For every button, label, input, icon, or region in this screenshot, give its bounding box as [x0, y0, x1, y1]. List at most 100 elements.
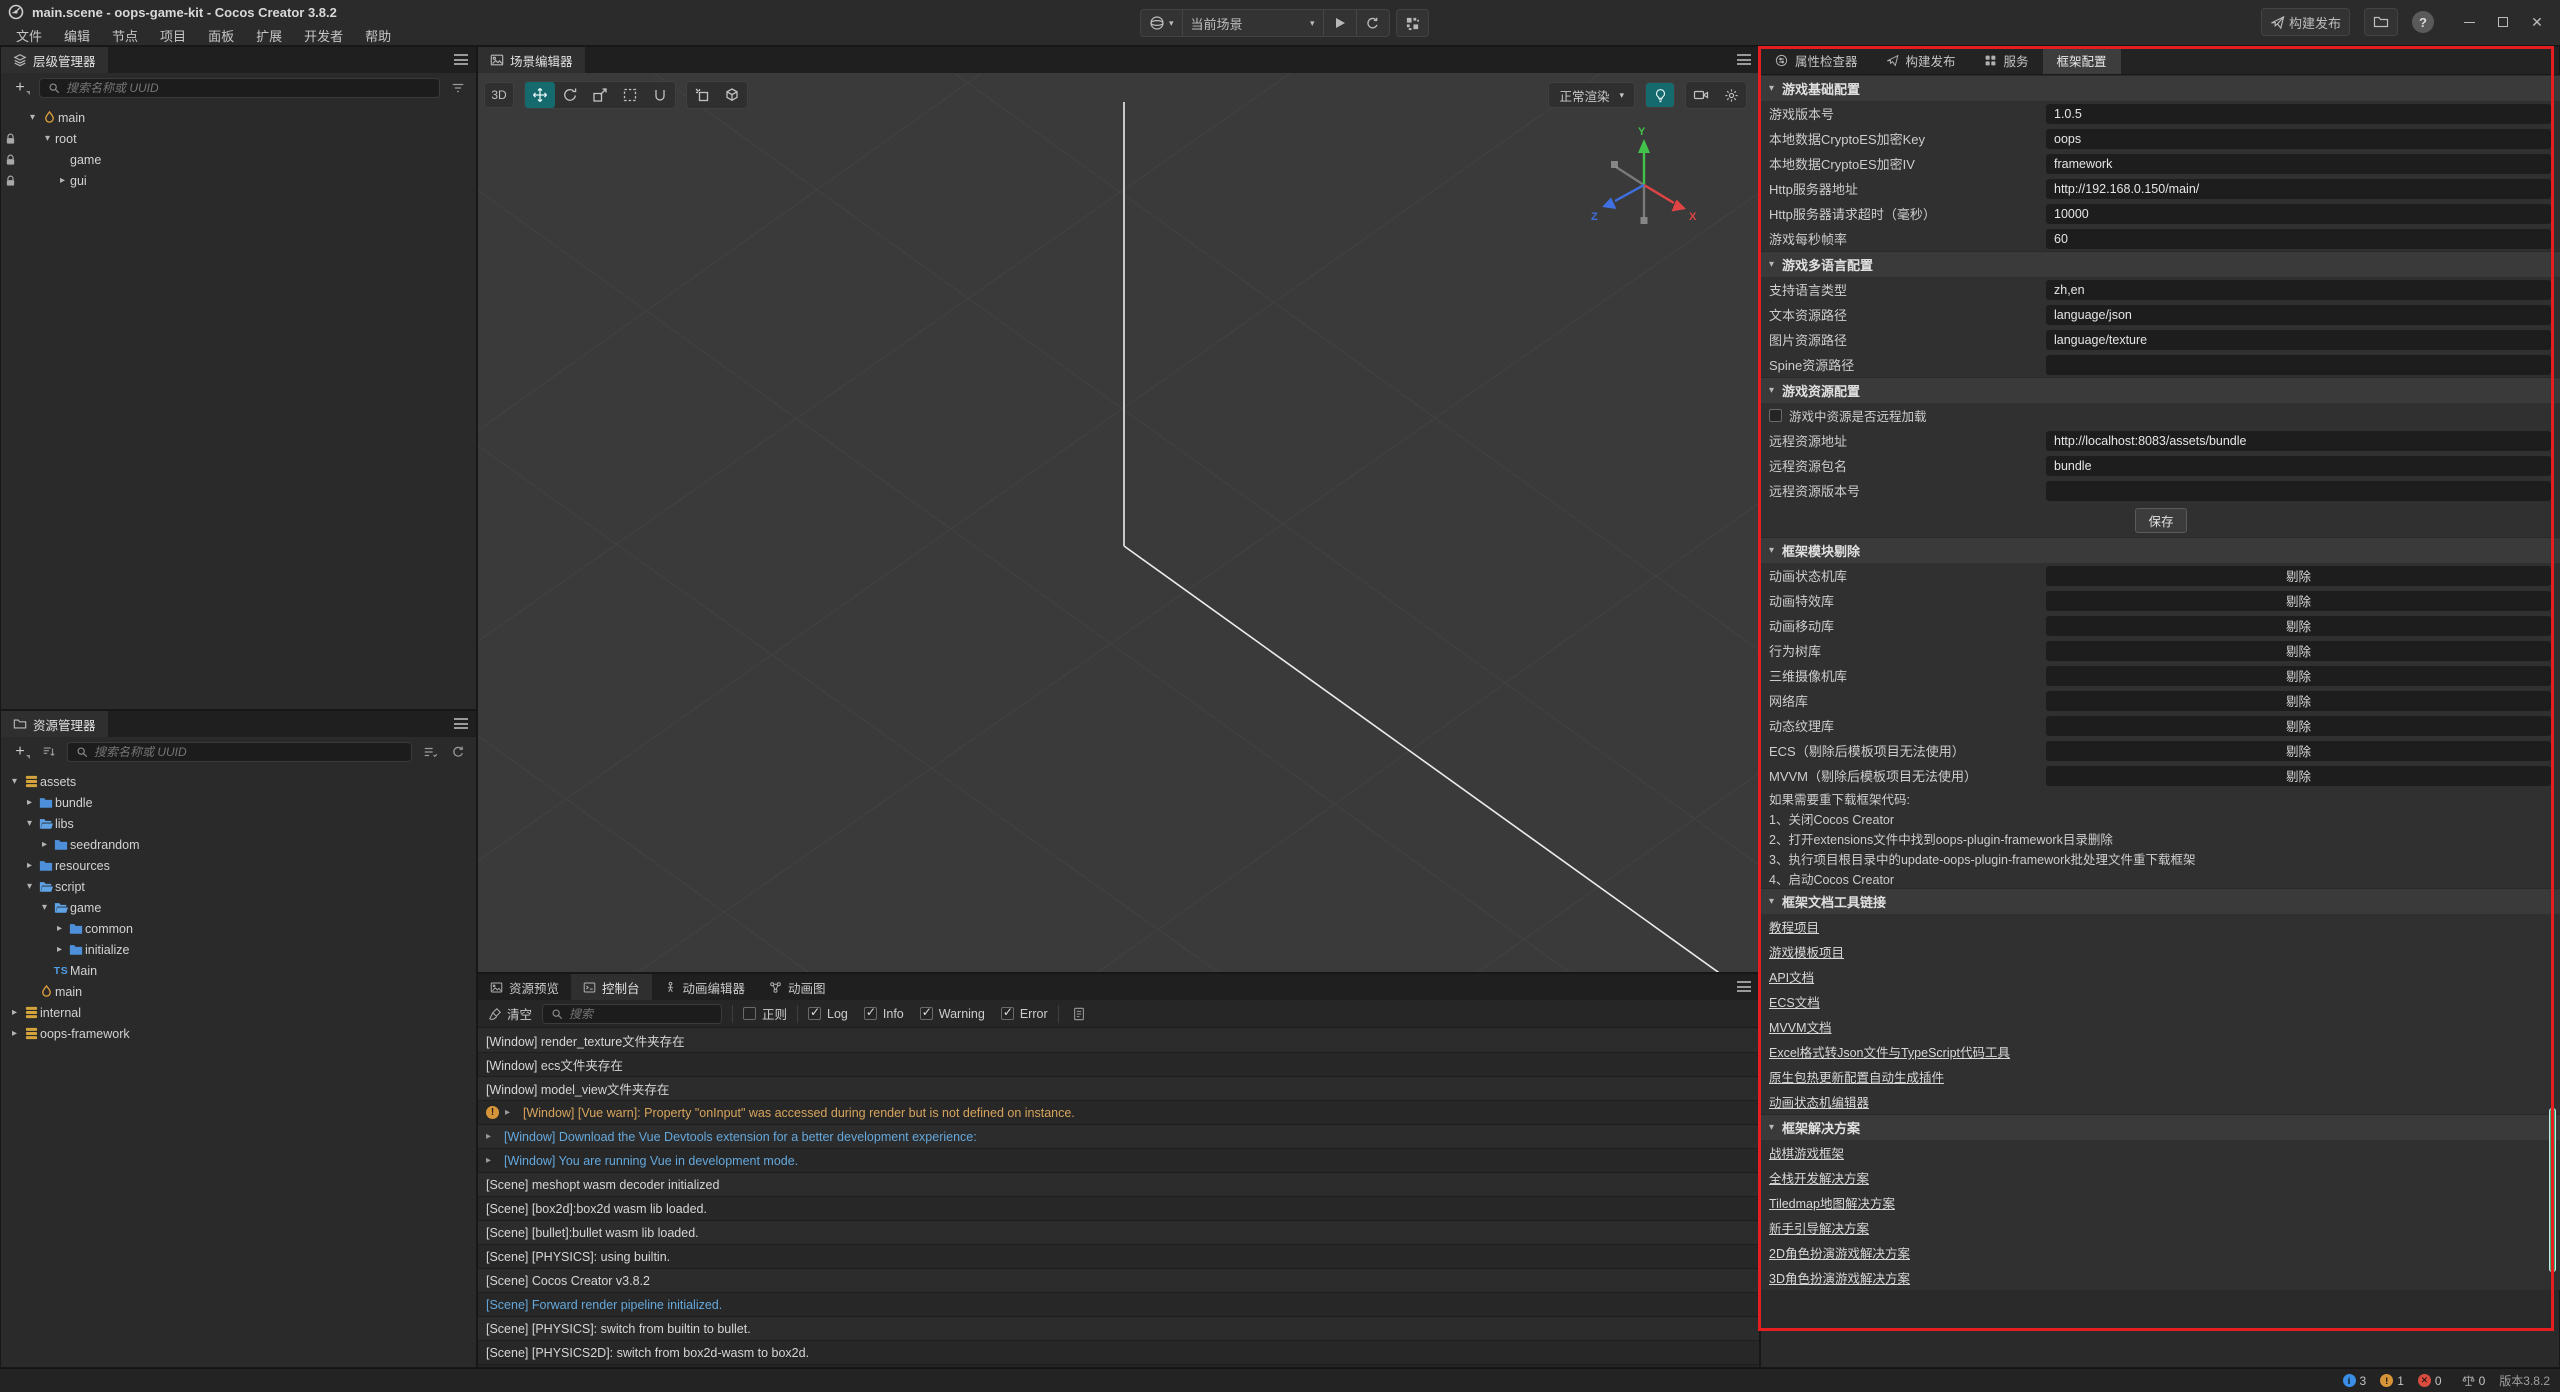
filter-warning-checkbox[interactable]: Warning: [920, 1007, 985, 1021]
filter-log-checkbox[interactable]: Log: [808, 1007, 848, 1021]
field-input[interactable]: 1.0.5: [2046, 104, 2551, 124]
doc-link[interactable]: MVVM文档: [1769, 1017, 1832, 1036]
menu-编辑[interactable]: 编辑: [54, 24, 100, 47]
remote-load-checkbox[interactable]: [1769, 409, 1782, 422]
restore-button[interactable]: [2488, 10, 2518, 34]
field-input[interactable]: bundle: [2046, 456, 2551, 476]
log-count-badge[interactable]: i 3: [2343, 1374, 2367, 1388]
scene-selector-dropdown[interactable]: 当前场景 ▾: [1183, 10, 1323, 36]
console-search[interactable]: [542, 1004, 722, 1024]
module-remove-button[interactable]: 剔除: [2286, 741, 2311, 760]
solution-link[interactable]: 战棋游戏框架: [1769, 1143, 1844, 1162]
preview-qr-button[interactable]: [1396, 9, 1429, 37]
doc-link[interactable]: API文档: [1769, 967, 1814, 986]
tree-row[interactable]: main: [1, 981, 476, 1002]
play-button[interactable]: [1324, 10, 1356, 36]
refresh-icon[interactable]: [448, 742, 468, 762]
doc-link[interactable]: 教程项目: [1769, 917, 1819, 936]
field-input[interactable]: [2046, 481, 2551, 501]
field-input[interactable]: zh,en: [2046, 280, 2551, 300]
expand-arrow[interactable]: ▸: [22, 797, 37, 808]
move-tool-button[interactable]: [525, 82, 555, 108]
expand-arrow[interactable]: ▸: [22, 860, 37, 871]
menu-项目[interactable]: 项目: [150, 24, 196, 47]
field-input[interactable]: 10000: [2046, 204, 2551, 224]
gear-icon[interactable]: [1716, 82, 1746, 108]
sort-icon[interactable]: [39, 742, 59, 762]
module-remove-button[interactable]: 剔除: [2286, 666, 2311, 685]
clear-console-button[interactable]: 清空: [488, 1004, 532, 1023]
camera-icon[interactable]: [1686, 82, 1716, 108]
panel-menu-icon[interactable]: [1737, 54, 1751, 65]
expand-arrow[interactable]: ▸: [55, 175, 70, 186]
expand-arrow[interactable]: ▸: [7, 1007, 22, 1018]
tree-row[interactable]: TSMain: [1, 960, 476, 981]
create-node-button[interactable]: +: [9, 79, 31, 97]
error-count-badge[interactable]: ✕ 0: [2418, 1374, 2442, 1388]
rect-tool-button[interactable]: [615, 82, 645, 108]
section-header[interactable]: ▾游戏资源配置: [1761, 377, 2560, 403]
doc-link[interactable]: Excel格式转Json文件与TypeScript代码工具: [1769, 1042, 2010, 1061]
section-header[interactable]: ▾框架模块剔除: [1761, 537, 2560, 563]
tab-动画图[interactable]: 动画图: [757, 974, 838, 1000]
tree-row[interactable]: ▾main: [1, 107, 476, 128]
rotate-tool-button[interactable]: [555, 82, 585, 108]
scene-viewport[interactable]: 3D 正常渲染 ▾: [478, 73, 1759, 972]
log-row[interactable]: ▸[Window] You are running Vue in develop…: [478, 1149, 1759, 1173]
solution-link[interactable]: 2D角色扮演游戏解决方案: [1769, 1243, 1910, 1262]
filter-info-checkbox[interactable]: Info: [864, 1007, 904, 1021]
doc-link[interactable]: 原生包热更新配置自动生成插件: [1769, 1067, 1944, 1086]
tab-属性检查器[interactable]: 属性检查器: [1761, 47, 1872, 74]
field-input[interactable]: [2046, 355, 2551, 375]
section-header[interactable]: ▾框架文档工具链接: [1761, 888, 2560, 914]
assets-search[interactable]: [67, 742, 412, 762]
hierarchy-search-input[interactable]: [66, 81, 431, 95]
filter-list-icon[interactable]: [420, 742, 440, 762]
tree-row[interactable]: ▾script: [1, 876, 476, 897]
tab-assets[interactable]: 资源管理器: [1, 711, 108, 737]
field-input[interactable]: framework: [2046, 154, 2551, 174]
solution-link[interactable]: 全栈开发解决方案: [1769, 1168, 1869, 1187]
expand-arrow[interactable]: ▸: [486, 1131, 498, 1142]
menu-扩展[interactable]: 扩展: [246, 24, 292, 47]
module-remove-button[interactable]: 剔除: [2286, 566, 2311, 585]
section-header[interactable]: ▾游戏多语言配置: [1761, 251, 2560, 277]
scrollbar-thumb[interactable]: [2549, 1108, 2556, 1272]
field-input[interactable]: 60: [2046, 229, 2551, 249]
vertex-snap-tool-button[interactable]: [717, 82, 747, 108]
tab-框架配置[interactable]: 框架配置: [2043, 47, 2121, 74]
console-search-input[interactable]: [569, 1007, 713, 1021]
tree-row[interactable]: game: [1, 149, 476, 170]
field-input[interactable]: oops: [2046, 129, 2551, 149]
expand-arrow[interactable]: ▸: [52, 944, 67, 955]
tab-动画编辑器[interactable]: 动画编辑器: [652, 974, 758, 1000]
section-header[interactable]: ▾游戏基础配置: [1761, 75, 2560, 101]
regex-checkbox[interactable]: 正则: [743, 1004, 787, 1023]
tree-row[interactable]: ▾libs: [1, 813, 476, 834]
expand-arrow[interactable]: ▾: [25, 112, 40, 123]
doc-link[interactable]: ECS文档: [1769, 992, 1820, 1011]
expand-arrow[interactable]: ▸: [37, 839, 52, 850]
tree-row[interactable]: ▾game: [1, 897, 476, 918]
filter-icon[interactable]: [448, 78, 468, 98]
render-mode-dropdown[interactable]: 正常渲染 ▾: [1548, 82, 1635, 108]
tree-row[interactable]: ▸resources: [1, 855, 476, 876]
tree-row[interactable]: ▸initialize: [1, 939, 476, 960]
menu-开发者[interactable]: 开发者: [294, 24, 353, 47]
build-publish-button[interactable]: 构建发布: [2261, 8, 2350, 36]
tree-row[interactable]: ▸gui: [1, 170, 476, 191]
tab-服务[interactable]: 服务: [1970, 47, 2043, 74]
expand-arrow[interactable]: ▸: [486, 1155, 498, 1166]
expand-arrow[interactable]: ▸: [7, 1028, 22, 1039]
panel-menu-icon[interactable]: [454, 718, 468, 729]
close-button[interactable]: ✕: [2522, 10, 2552, 34]
warning-count-badge[interactable]: ! 1: [2380, 1374, 2404, 1388]
field-input[interactable]: http://localhost:8083/assets/bundle: [2046, 431, 2551, 451]
tab-hierarchy[interactable]: 层级管理器: [1, 47, 108, 73]
tab-scene[interactable]: 场景编辑器: [478, 47, 585, 73]
module-remove-button[interactable]: 剔除: [2286, 766, 2311, 785]
menu-节点[interactable]: 节点: [102, 24, 148, 47]
doc-link[interactable]: 动画状态机编辑器: [1769, 1092, 1869, 1111]
expand-arrow[interactable]: ▾: [22, 881, 37, 892]
tree-row[interactable]: ▾root: [1, 128, 476, 149]
